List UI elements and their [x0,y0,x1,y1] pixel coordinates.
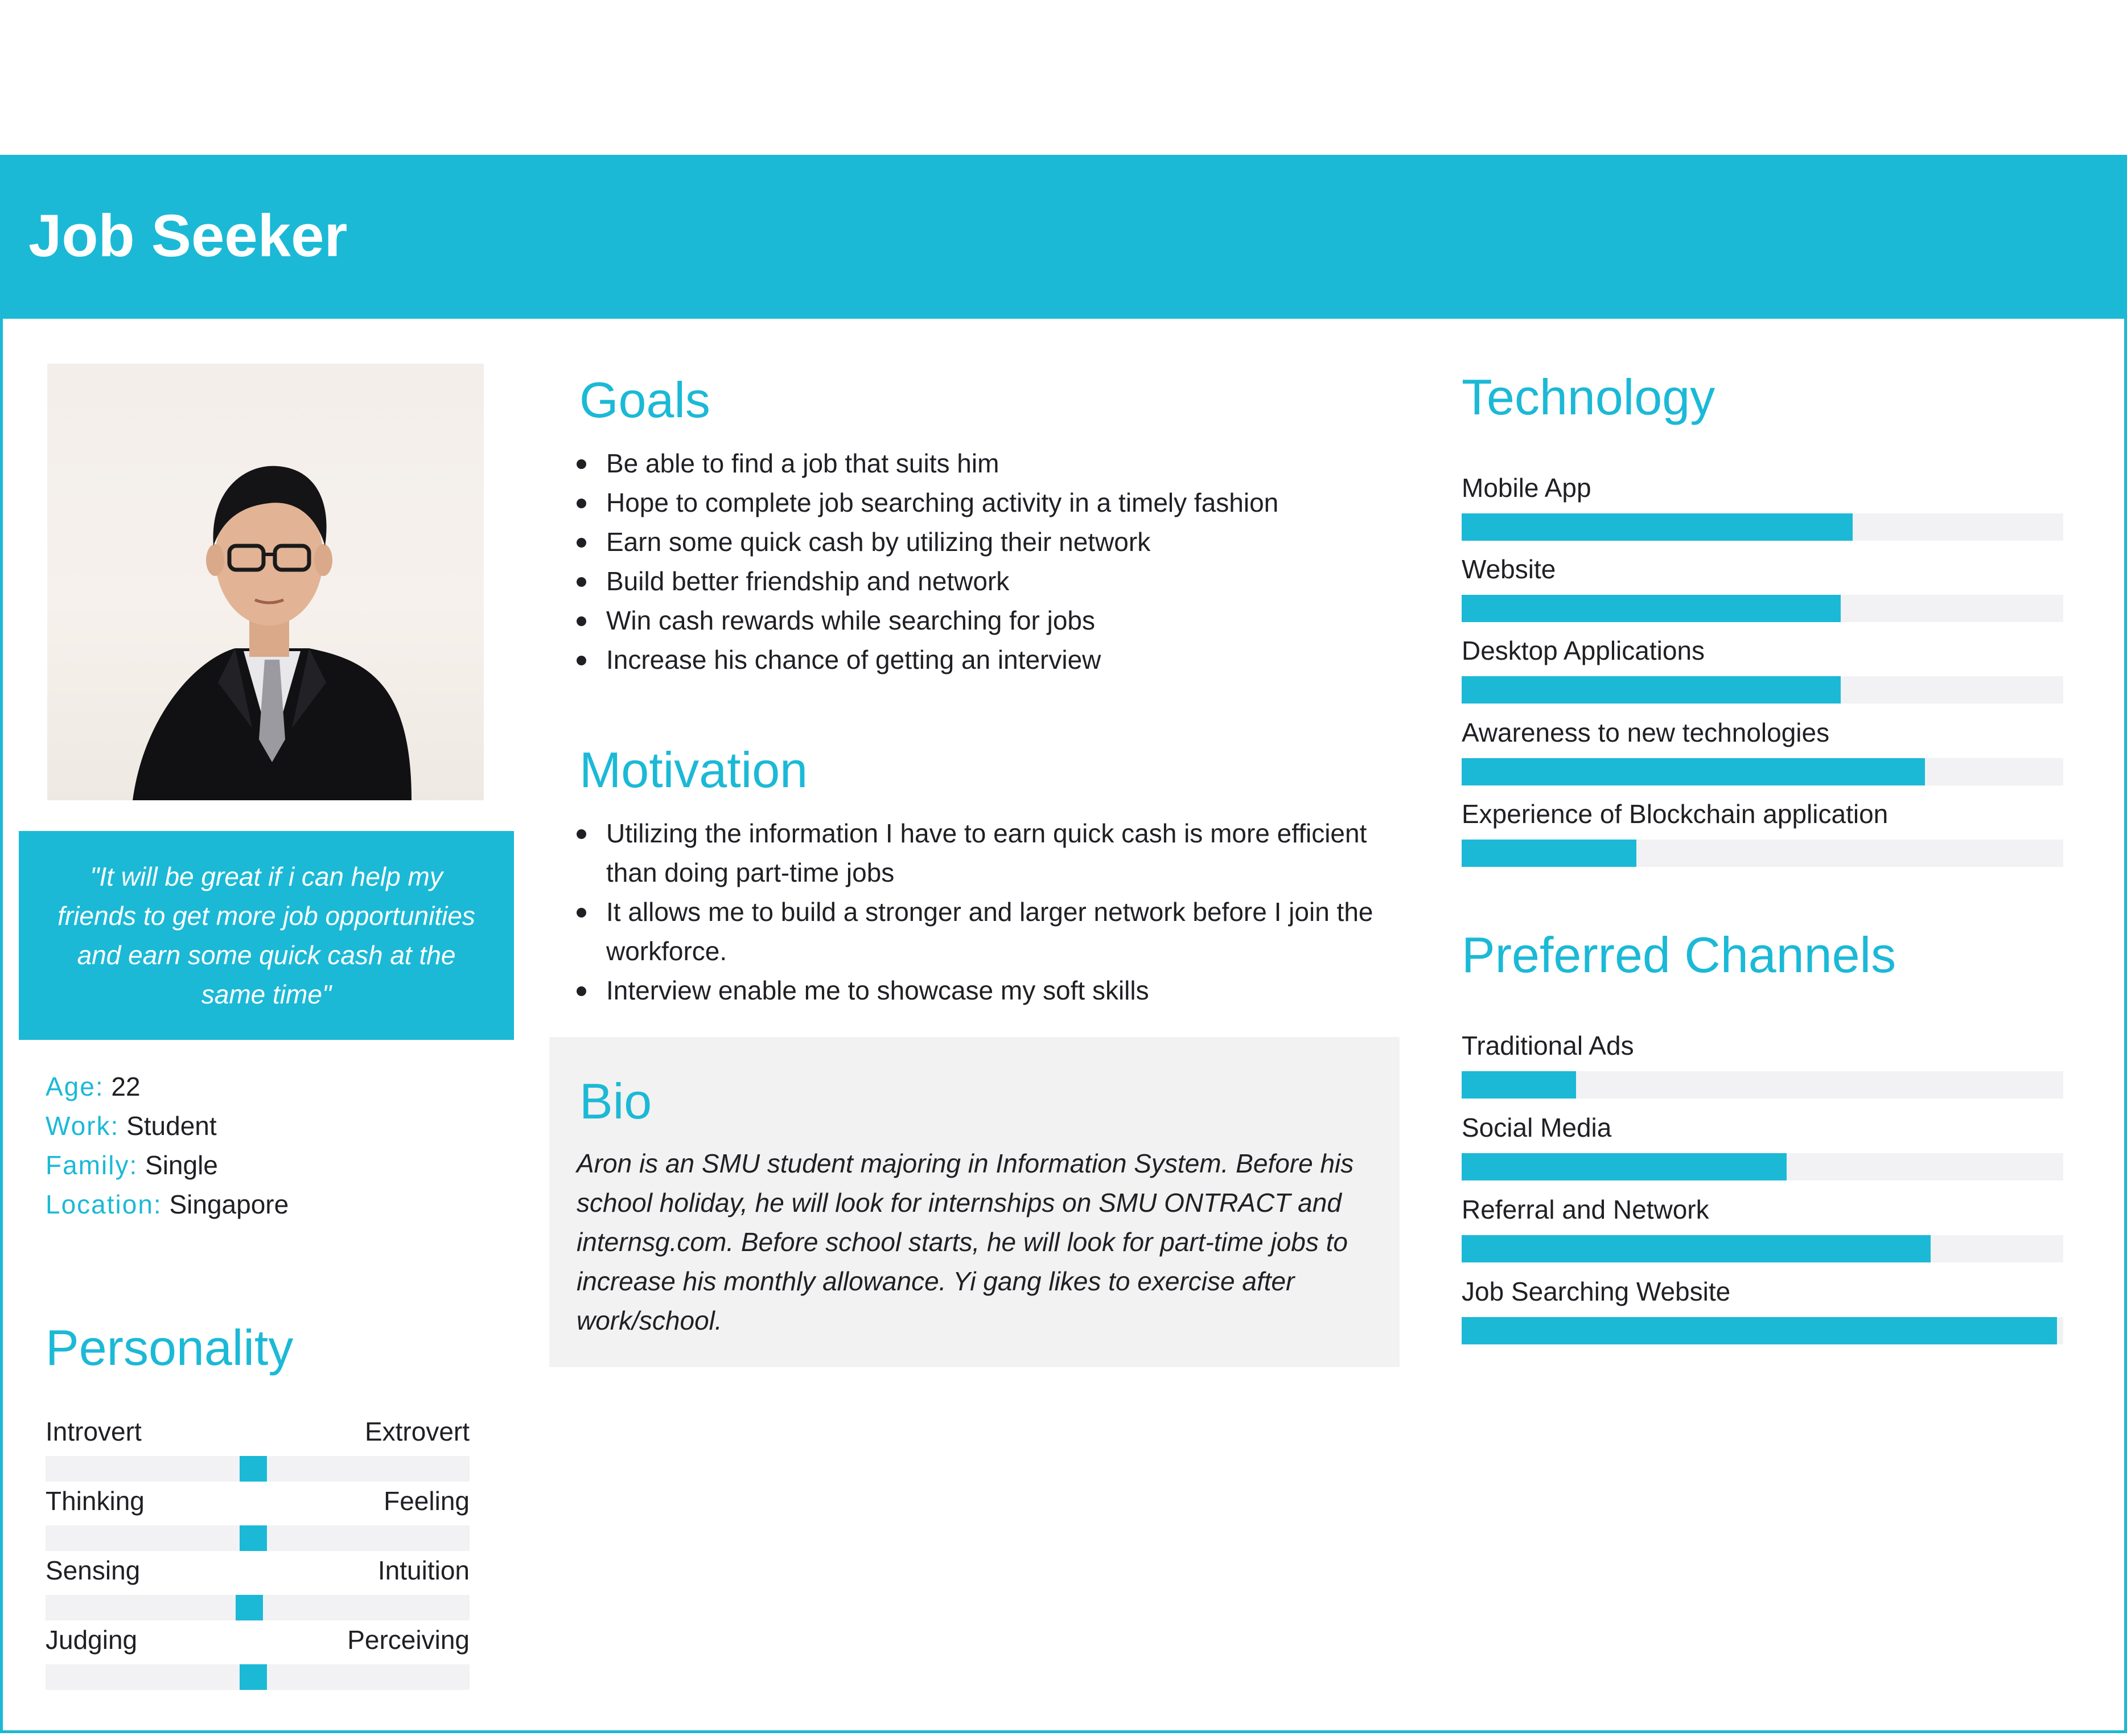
goal-text: Hope to complete job searching activity … [606,488,1279,517]
fact-value: Student [126,1111,217,1141]
scale-left-label: Introvert [46,1417,142,1446]
bar-label: Awareness to new technologies [1462,718,1830,747]
bar-fill [1462,1071,1576,1099]
bar-label: Traditional Ads [1462,1031,1634,1060]
fact-value: Single [145,1150,218,1180]
motivation-list: Utilizing the information I have to earn… [575,814,1383,1010]
bullet-icon [577,459,586,469]
bullet-icon [577,616,586,626]
goals-list: Be able to find a job that suits him Hop… [575,444,1360,680]
bar-fill [1462,1235,1931,1262]
fact-label: Work: [46,1111,120,1141]
fact-label: Family: [46,1150,138,1180]
list-item: Be able to find a job that suits him [575,444,1360,483]
scale-left-label: Sensing [46,1556,141,1585]
profile-photo [47,364,484,800]
bar-label: Mobile App [1462,473,1591,503]
fact-work: Work: Student [46,1106,289,1146]
bio-title: Bio [579,1073,652,1129]
bar-track [1462,1235,2063,1262]
scale-right-label: Intuition [377,1556,470,1585]
persona-quote: "It will be great if i can help my frien… [57,861,475,1009]
bar-fill [1462,1317,2058,1344]
list-item: Utilizing the information I have to earn… [575,814,1383,892]
bar-fill [1462,676,1841,704]
list-item: Earn some quick cash by utilizing their … [575,523,1360,562]
fact-family: Family: Single [46,1146,289,1185]
motivation-title: Motivation [579,742,808,798]
bar-track [1462,758,2063,785]
portrait-illustration [133,466,412,800]
motivation-text: It allows me to build a stronger and lar… [606,897,1373,966]
motivation-text: Interview enable me to showcase my soft … [606,976,1149,1005]
bar-track [1462,840,2063,867]
motivation-text: Utilizing the information I have to earn… [606,818,1367,887]
scale-left-label: Judging [46,1625,138,1655]
personality-scale-track [46,1456,470,1482]
goal-text: Increase his chance of getting an interv… [606,645,1101,674]
bullet-icon [577,577,586,587]
bar-label: Website [1462,554,1556,584]
bar-fill [1462,1153,1787,1180]
goal-text: Build better friendship and network [606,566,1010,596]
channels-title: Preferred Channels [1462,927,1896,983]
list-item: Hope to complete job searching activity … [575,483,1360,523]
personality-scale-track [46,1525,470,1551]
goals-title: Goals [579,372,710,428]
personality-scale-marker [240,1525,268,1551]
bar-track [1462,595,2063,622]
bullet-icon [577,656,586,665]
scale-right-label: Extrovert [364,1417,470,1446]
bar-fill [1462,840,1636,867]
bullet-icon [577,538,586,548]
page-title: Job Seeker [28,203,348,269]
goal-text: Be able to find a job that suits him [606,449,999,478]
scale-right-label: Feeling [384,1486,470,1516]
list-item: Increase his chance of getting an interv… [575,640,1360,680]
bullet-icon [577,829,586,839]
personality-title: Personality [46,1319,294,1376]
list-item: Build better friendship and network [575,562,1360,601]
fact-value: 22 [111,1072,141,1101]
bar-track [1462,513,2063,541]
scale-right-label: Perceiving [347,1625,470,1655]
goal-text: Earn some quick cash by utilizing their … [606,527,1151,557]
personality-scale-marker [235,1595,263,1620]
scale-left-label: Thinking [46,1486,145,1516]
bar-label: Social Media [1462,1113,1612,1142]
bar-track [1462,1317,2063,1344]
fact-location: Location: Singapore [46,1185,289,1224]
bar-fill [1462,595,1841,622]
bar-label: Desktop Applications [1462,636,1705,665]
bar-label: Referral and Network [1462,1195,1709,1224]
bullet-icon [577,908,586,918]
quote-box: "It will be great if i can help my frien… [19,831,514,1040]
bio-panel: Bio Aron is an SMU student majoring in I… [549,1037,1400,1367]
bullet-icon [577,499,586,508]
personality-scale-track [46,1595,470,1620]
personality-scale-track [46,1664,470,1690]
fact-value: Singapore [169,1190,289,1219]
header-banner: Job Seeker [0,155,2127,319]
bar-fill [1462,758,1925,785]
bullet-icon [577,986,586,996]
bar-label: Experience of Blockchain application [1462,799,1889,829]
fact-age: Age: 22 [46,1067,289,1106]
bar-fill [1462,513,1853,541]
list-item: It allows me to build a stronger and lar… [575,892,1383,971]
personality-scale-marker [240,1664,268,1690]
goal-text: Win cash rewards while searching for job… [606,606,1096,635]
bar-label: Job Searching Website [1462,1277,1731,1306]
bio-text: Aron is an SMU student majoring in Infor… [577,1149,1354,1335]
bar-track [1462,1153,2063,1180]
bar-track [1462,1071,2063,1099]
bar-track [1462,676,2063,704]
personality-scale-marker [240,1456,268,1482]
list-item: Win cash rewards while searching for job… [575,601,1360,640]
fact-label: Age: [46,1072,104,1101]
fact-label: Location: [46,1190,162,1219]
technology-title: Technology [1462,369,1715,425]
list-item: Interview enable me to showcase my soft … [575,971,1383,1010]
profile-facts: Age: 22 Work: Student Family: Single Loc… [46,1067,289,1224]
